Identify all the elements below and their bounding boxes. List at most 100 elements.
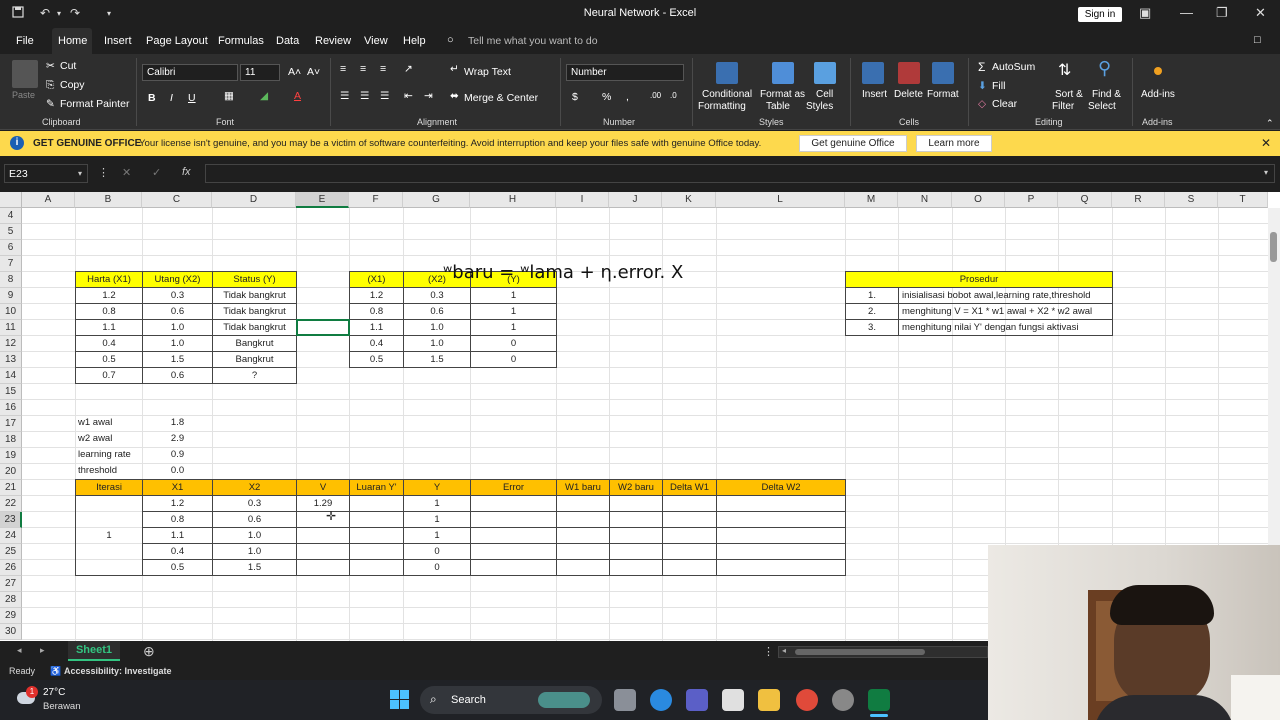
tab-data[interactable]: Data [276, 35, 299, 47]
sort-filter-icon[interactable]: ⇅ [1058, 60, 1071, 80]
iteration-empty-cell[interactable] [556, 543, 610, 560]
table1-header-cell[interactable]: Status (Y) [212, 271, 297, 288]
table1-cell[interactable]: Bangkrut [212, 351, 297, 368]
iteration-empty-cell[interactable] [662, 527, 717, 544]
prosedur-number-cell[interactable]: 3. [845, 319, 899, 336]
row-header[interactable]: 7 [0, 256, 22, 272]
iteration-empty-cell[interactable] [662, 559, 717, 576]
ribbon-display-icon[interactable]: ▣ [1139, 5, 1151, 21]
maximize-icon[interactable]: ❐ [1216, 5, 1228, 21]
iteration-empty-cell[interactable] [556, 511, 610, 528]
collapse-ribbon-icon[interactable]: ⌃ [1266, 118, 1274, 129]
format-painter-button[interactable]: Format Painter [60, 98, 129, 110]
weather-condition[interactable]: Berawan [43, 701, 81, 712]
bold-icon[interactable]: B [148, 92, 156, 104]
table2-cell[interactable]: 0 [470, 351, 557, 368]
prosedur-header-cell[interactable]: Prosedur [845, 271, 1113, 288]
comma-icon[interactable]: , [626, 91, 629, 103]
column-header[interactable]: F [349, 192, 403, 208]
row-header[interactable]: 22 [0, 496, 22, 512]
insert-function-icon[interactable]: fx [182, 166, 191, 178]
column-header[interactable]: A [22, 192, 75, 208]
font-color-icon[interactable]: A [294, 90, 301, 102]
sort-filter-line1[interactable]: Sort & [1055, 89, 1083, 100]
row-header[interactable]: 12 [0, 336, 22, 352]
dismiss-license-icon[interactable]: ✕ [1261, 136, 1271, 150]
conditional-formatting-icon[interactable] [716, 62, 738, 84]
autosum-icon[interactable]: Σ [978, 60, 985, 74]
wrap-text-button[interactable]: Wrap Text [464, 66, 511, 78]
format-as-table-line1[interactable]: Format as [760, 89, 805, 100]
row-header[interactable]: 20 [0, 464, 22, 480]
font-size-select[interactable]: 11 [240, 64, 280, 81]
tab-view[interactable]: View [364, 35, 388, 47]
iteration-header-cell[interactable]: Delta W2 [716, 479, 846, 496]
row-header[interactable]: 23 [0, 512, 22, 528]
formula-input[interactable] [205, 164, 1275, 183]
underline-icon[interactable]: U [188, 92, 196, 104]
prosedur-number-cell[interactable]: 2. [845, 303, 899, 320]
minimize-icon[interactable]: — [1180, 5, 1193, 20]
row-header[interactable]: 21 [0, 480, 22, 496]
iteration-empty-cell[interactable] [716, 511, 846, 528]
orientation-icon[interactable]: ↗ [404, 63, 413, 75]
tab-help[interactable]: Help [403, 35, 426, 47]
teams-icon[interactable] [686, 689, 708, 711]
get-genuine-office-button[interactable]: Get genuine Office [799, 135, 907, 152]
column-header[interactable]: G [403, 192, 470, 208]
table2-cell[interactable]: 0.6 [403, 303, 471, 320]
cancel-entry-icon[interactable]: ✕ [122, 166, 131, 179]
row-header[interactable]: 16 [0, 400, 22, 416]
table2-header-cell[interactable]: (X1) [349, 271, 404, 288]
iteration-cell[interactable]: 1.5 [212, 559, 297, 576]
iteration-header-cell[interactable]: Y [403, 479, 471, 496]
font-name-select[interactable]: Calibri [142, 64, 238, 81]
borders-icon[interactable]: ▦ [224, 90, 234, 102]
row-header[interactable]: 19 [0, 448, 22, 464]
param-label-cell[interactable]: w2 awal [75, 431, 143, 448]
align-center-icon[interactable]: ☰ [360, 90, 369, 102]
close-icon[interactable]: ✕ [1255, 5, 1266, 21]
edge-icon[interactable] [650, 689, 672, 711]
add-sheet-icon[interactable]: ⊕ [143, 643, 155, 660]
iteration-empty-cell[interactable] [470, 559, 557, 576]
iteration-cell[interactable] [296, 559, 350, 576]
scroll-split-icon[interactable]: ⋮ [763, 645, 774, 658]
iteration-cell[interactable] [296, 527, 350, 544]
iteration-cell[interactable] [349, 495, 404, 512]
iteration-empty-cell[interactable] [609, 495, 663, 512]
column-header[interactable]: K [662, 192, 716, 208]
table2-cell[interactable]: 1 [470, 287, 557, 304]
row-header[interactable]: 6 [0, 240, 22, 256]
conditional-formatting-line1[interactable]: Conditional [702, 89, 752, 100]
column-header[interactable]: I [556, 192, 609, 208]
column-header[interactable]: L [716, 192, 845, 208]
clear-icon[interactable]: ◇ [978, 98, 986, 110]
iteration-cell[interactable]: 1.1 [142, 527, 213, 544]
row-header[interactable]: 25 [0, 544, 22, 560]
iteration-empty-cell[interactable] [470, 495, 557, 512]
iteration-cell[interactable]: 0.3 [212, 495, 297, 512]
clear-button[interactable]: Clear [992, 98, 1017, 110]
iteration-empty-cell[interactable] [470, 527, 557, 544]
iteration-cell[interactable]: 1.29 [296, 495, 350, 512]
accessibility-icon[interactable]: ♿ [50, 666, 61, 677]
addins-button[interactable]: Add-ins [1141, 89, 1175, 100]
column-header[interactable]: C [142, 192, 212, 208]
shrink-font-icon[interactable]: A˅ [307, 66, 320, 78]
iteration-cell[interactable]: 0.5 [142, 559, 213, 576]
chrome-icon[interactable] [796, 689, 818, 711]
weather-icon[interactable]: 1 [17, 686, 38, 706]
active-cell-selection[interactable] [296, 319, 350, 336]
param-label-cell[interactable]: learning rate [75, 447, 143, 464]
taskbar-search[interactable]: ⌕ Search [420, 686, 602, 714]
table1-cell[interactable]: 0.3 [142, 287, 213, 304]
fill-icon[interactable]: ⬇ [978, 80, 987, 92]
sign-in-button[interactable]: Sign in [1078, 7, 1122, 22]
scroll-left-icon[interactable]: ◂ [782, 646, 786, 655]
store-icon[interactable] [722, 689, 744, 711]
row-header[interactable]: 11 [0, 320, 22, 336]
delete-cells-button[interactable]: Delete [894, 89, 923, 100]
table2-cell[interactable]: 0.5 [349, 351, 404, 368]
row-header[interactable]: 30 [0, 624, 22, 640]
